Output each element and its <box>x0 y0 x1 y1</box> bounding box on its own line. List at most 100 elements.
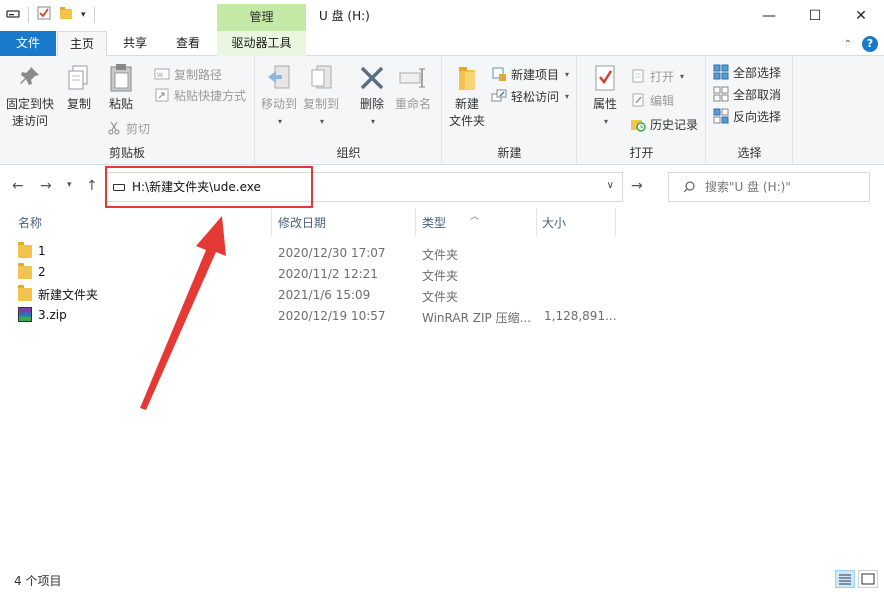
tab-home[interactable]: 主页 <box>57 31 107 57</box>
select-none-button[interactable]: 全部取消 <box>713 84 781 104</box>
history-button[interactable]: 历史记录 <box>630 114 698 134</box>
item-count: 4 个项目 <box>14 574 62 588</box>
search-icon <box>683 181 695 193</box>
svg-text:W: W <box>157 72 163 79</box>
cut-label: 剪切 <box>126 121 151 136</box>
open-icon <box>630 68 646 84</box>
pin-label-line2: 速访问 <box>12 114 49 128</box>
file-type: 文件夹 <box>422 269 459 283</box>
tab-share[interactable]: 共享 <box>112 31 158 56</box>
up-arrow-icon[interactable]: ↑ <box>86 178 98 194</box>
address-history-chevron-icon[interactable]: ∨ <box>607 180 614 191</box>
properties-check-icon[interactable] <box>37 6 51 23</box>
tab-file[interactable]: 文件 <box>0 31 56 56</box>
move-to-button[interactable]: 移动到 ▾ <box>261 62 297 130</box>
recent-locations-chevron-icon[interactable]: ▾ <box>67 180 72 190</box>
cut-button[interactable]: 剪切 <box>106 118 150 138</box>
help-icon[interactable]: ? <box>862 36 878 52</box>
rename-button[interactable]: 重命名 <box>395 62 431 113</box>
large-icons-view-icon[interactable] <box>858 570 878 588</box>
select-none-icon <box>713 86 729 102</box>
select-all-button[interactable]: 全部选择 <box>713 62 781 82</box>
minimize-button[interactable]: — <box>746 0 792 31</box>
new-folder-button[interactable]: 新建 文件夹 <box>449 62 485 130</box>
clipboard-group: 固定到快 速访问 复制 粘贴 W 复制路径 粘贴快捷方式 剪切 剪贴板 <box>0 56 255 165</box>
delete-dropdown-icon: ▾ <box>370 117 375 126</box>
maximize-button[interactable]: ☐ <box>792 0 838 31</box>
file-type: 文件夹 <box>422 290 459 304</box>
column-header-modified[interactable]: 修改日期 <box>278 214 326 236</box>
address-drive-icon <box>113 184 125 191</box>
open-button[interactable]: 打开 ▾ <box>630 66 684 86</box>
file-name-cell: 1 <box>18 241 46 258</box>
back-arrow-icon[interactable]: ← <box>12 178 24 194</box>
paste-shortcut-icon <box>154 87 170 103</box>
tab-drive-tools[interactable]: 驱动器工具 <box>217 31 306 56</box>
copy-button[interactable]: 复制 <box>64 62 94 113</box>
clipboard-group-label: 剪贴板 <box>108 146 145 160</box>
file-row[interactable]: 1 2020/12/30 17:07 文件夹 <box>0 241 884 263</box>
address-bar[interactable]: ∨ <box>105 172 623 202</box>
open-dropdown-icon: ▾ <box>680 71 685 81</box>
delete-button[interactable]: 删除 ▾ <box>357 62 387 130</box>
select-all-label: 全部选择 <box>733 65 782 80</box>
ribbon-collapse-icon[interactable]: ⌃ <box>844 39 852 50</box>
file-size: 1,128,891... <box>544 309 617 323</box>
column-divider[interactable] <box>536 208 537 236</box>
column-divider[interactable] <box>271 208 272 236</box>
search-box[interactable] <box>668 172 870 202</box>
rename-icon <box>398 62 428 94</box>
new-item-button[interactable]: 新建项目 ▾ <box>491 64 569 84</box>
paste-button[interactable]: 粘贴 <box>106 62 136 113</box>
copy-to-button[interactable]: 复制到 ▾ <box>303 62 339 130</box>
copy-icon <box>64 62 94 94</box>
address-input[interactable] <box>132 179 512 193</box>
file-name: 3.zip <box>38 307 67 322</box>
column-divider[interactable] <box>415 208 416 236</box>
select-all-icon <box>713 64 729 80</box>
paste-shortcut-button[interactable]: 粘贴快捷方式 <box>154 85 246 105</box>
properties-label: 属性 <box>592 97 617 111</box>
title-bar: ▾ 管理 U 盘 (H:) — ☐ ✕ <box>0 0 884 31</box>
tab-manage[interactable]: 管理 <box>217 4 306 31</box>
ribbon-right-controls: ⌃ ? <box>844 36 878 52</box>
move-to-dropdown-icon: ▾ <box>278 117 283 126</box>
column-header-size[interactable]: 大小 <box>542 214 566 236</box>
file-modified: 2020/12/30 17:07 <box>278 246 386 260</box>
search-input[interactable] <box>705 180 865 194</box>
pin-quick-access-button[interactable]: 固定到快 速访问 <box>6 62 54 130</box>
forward-arrow-icon[interactable]: → <box>40 178 52 194</box>
properties-dropdown-icon: ▾ <box>603 117 608 126</box>
new-folder-qat-icon[interactable] <box>59 6 73 23</box>
invert-selection-icon <box>713 108 729 124</box>
open-group: 属性 ▾ 打开 ▾ 编辑 历史记录 打开 <box>578 56 706 165</box>
file-row[interactable]: 2 2020/11/2 12:21 文件夹 <box>0 262 884 284</box>
new-group: 新建 文件夹 新建项目 ▾ 轻松访问 ▾ 新建 <box>443 56 577 165</box>
qat-customize-dropdown-icon[interactable]: ▾ <box>81 10 86 20</box>
details-view-icon[interactable] <box>835 570 855 588</box>
file-row[interactable]: 新建文件夹 2021/1/6 15:09 文件夹 <box>0 284 884 305</box>
column-header-name[interactable]: 名称 <box>18 214 42 236</box>
copy-path-label: 复制路径 <box>174 67 223 82</box>
drive-icon[interactable] <box>6 8 20 22</box>
properties-button[interactable]: 属性 ▾ <box>590 62 620 130</box>
go-arrow-icon[interactable]: → <box>631 178 643 194</box>
file-row[interactable]: 3.zip 2020/12/19 10:57 WinRAR ZIP 压缩... … <box>0 305 884 326</box>
tab-view[interactable]: 查看 <box>165 31 211 56</box>
new-folder-label-line2: 文件夹 <box>449 114 486 128</box>
folder-icon <box>18 262 32 279</box>
invert-selection-button[interactable]: 反向选择 <box>713 106 781 126</box>
easy-access-button[interactable]: 轻松访问 ▾ <box>491 86 569 106</box>
column-header-type[interactable]: 类型 <box>422 214 446 236</box>
file-type: 文件夹 <box>422 248 459 262</box>
copy-path-button[interactable]: W 复制路径 <box>154 64 222 84</box>
delete-x-icon <box>357 62 387 94</box>
window-title: U 盘 (H:) <box>319 9 370 23</box>
column-divider[interactable] <box>615 208 616 236</box>
easy-access-dropdown-icon: ▾ <box>565 91 570 101</box>
close-button[interactable]: ✕ <box>838 0 884 31</box>
edit-button[interactable]: 编辑 <box>630 90 674 110</box>
copy-path-icon: W <box>154 66 170 82</box>
winrar-zip-icon <box>18 307 32 322</box>
organize-group-label: 组织 <box>336 146 361 160</box>
